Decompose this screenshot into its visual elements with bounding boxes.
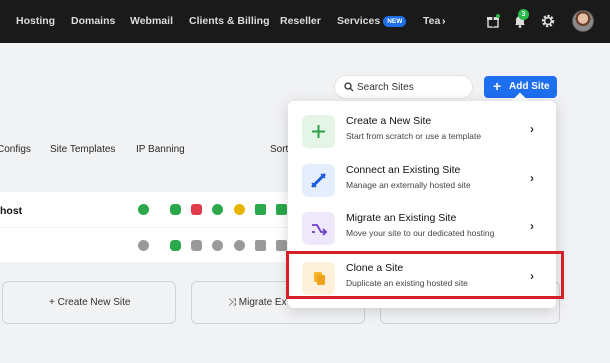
- server-icon[interactable]: [255, 240, 266, 251]
- gift-icon[interactable]: [485, 13, 501, 29]
- migrate-button-label: ⤨ Migrate Ex: [228, 297, 287, 308]
- search-placeholder: Search Sites: [357, 82, 414, 93]
- nav-domains[interactable]: Domains: [71, 15, 115, 27]
- tab-sort[interactable]: Sort: [270, 144, 288, 155]
- nav-services[interactable]: Services NEW: [337, 15, 407, 27]
- migrate-label-text: Migrate Ex: [238, 297, 287, 308]
- dropdown-item-title: Migrate an Existing Site: [346, 212, 457, 224]
- wordpress-icon[interactable]: [138, 240, 149, 251]
- nav-webmail[interactable]: Webmail: [130, 15, 173, 27]
- cloud-icon[interactable]: [170, 240, 181, 251]
- shield-icon[interactable]: [191, 204, 202, 215]
- dropdown-item-desc: Manage an externally hosted site: [346, 180, 471, 190]
- plus-icon: +: [493, 78, 502, 94]
- tab-site-templates[interactable]: Site Templates: [50, 144, 115, 155]
- chevron-right-icon: ›: [530, 122, 534, 136]
- plug-icon: [302, 164, 335, 197]
- bolt-icon[interactable]: [212, 204, 223, 215]
- dropdown-item-create-site[interactable]: Create a New Site Start from scratch or …: [288, 106, 556, 154]
- dropdown-item-connect-site[interactable]: Connect an Existing Site Manage an exter…: [288, 155, 556, 203]
- search-input[interactable]: Search Sites: [334, 75, 473, 99]
- shield-icon[interactable]: [191, 240, 202, 251]
- cdn-icon[interactable]: [276, 240, 287, 251]
- migrate-icon: [302, 212, 335, 245]
- cdn-icon[interactable]: [276, 204, 287, 215]
- bolt-icon[interactable]: [212, 240, 223, 251]
- server-icon[interactable]: [255, 204, 266, 215]
- dropdown-item-title: Create a New Site: [346, 115, 432, 127]
- new-badge: NEW: [383, 16, 407, 27]
- chevron-right-icon: ›: [530, 171, 534, 185]
- nav-services-label: Services: [337, 15, 381, 27]
- dropdown-item-desc: Move your site to our dedicated hosting: [346, 228, 495, 238]
- search-icon: [344, 82, 354, 92]
- tab-ip-banning[interactable]: IP Banning: [136, 144, 185, 155]
- database-icon[interactable]: [234, 204, 245, 215]
- tab-configs[interactable]: Configs: [0, 144, 31, 155]
- add-site-label: Add Site: [509, 81, 550, 92]
- wordpress-icon[interactable]: [138, 204, 149, 215]
- site-name[interactable]: host: [0, 205, 22, 217]
- nav-scroll-chevron-icon[interactable]: ›: [442, 15, 446, 27]
- nav-clients-billing[interactable]: Clients & Billing: [189, 15, 270, 27]
- nav-teams[interactable]: Tea: [423, 15, 440, 27]
- chevron-right-icon: ›: [530, 219, 534, 233]
- nav-hosting[interactable]: Hosting: [16, 15, 55, 27]
- clone-site-highlight-box: [286, 251, 564, 299]
- create-new-site-label: + Create New Site: [49, 297, 131, 308]
- database-icon[interactable]: [234, 240, 245, 251]
- top-nav: Hosting Domains Webmail Clients & Billin…: [0, 0, 610, 43]
- notification-count-badge: 3: [518, 9, 529, 20]
- create-new-site-button[interactable]: + Create New Site: [2, 281, 176, 324]
- dropdown-item-title: Connect an Existing Site: [346, 164, 461, 176]
- dropdown-item-migrate-site[interactable]: Migrate an Existing Site Move your site …: [288, 203, 556, 251]
- nav-reseller[interactable]: Reseller: [280, 15, 321, 27]
- dropdown-item-desc: Start from scratch or use a template: [346, 131, 482, 141]
- gear-icon[interactable]: [540, 13, 556, 29]
- cloud-icon[interactable]: [170, 204, 181, 215]
- avatar[interactable]: [572, 10, 594, 32]
- plus-icon: [302, 115, 335, 148]
